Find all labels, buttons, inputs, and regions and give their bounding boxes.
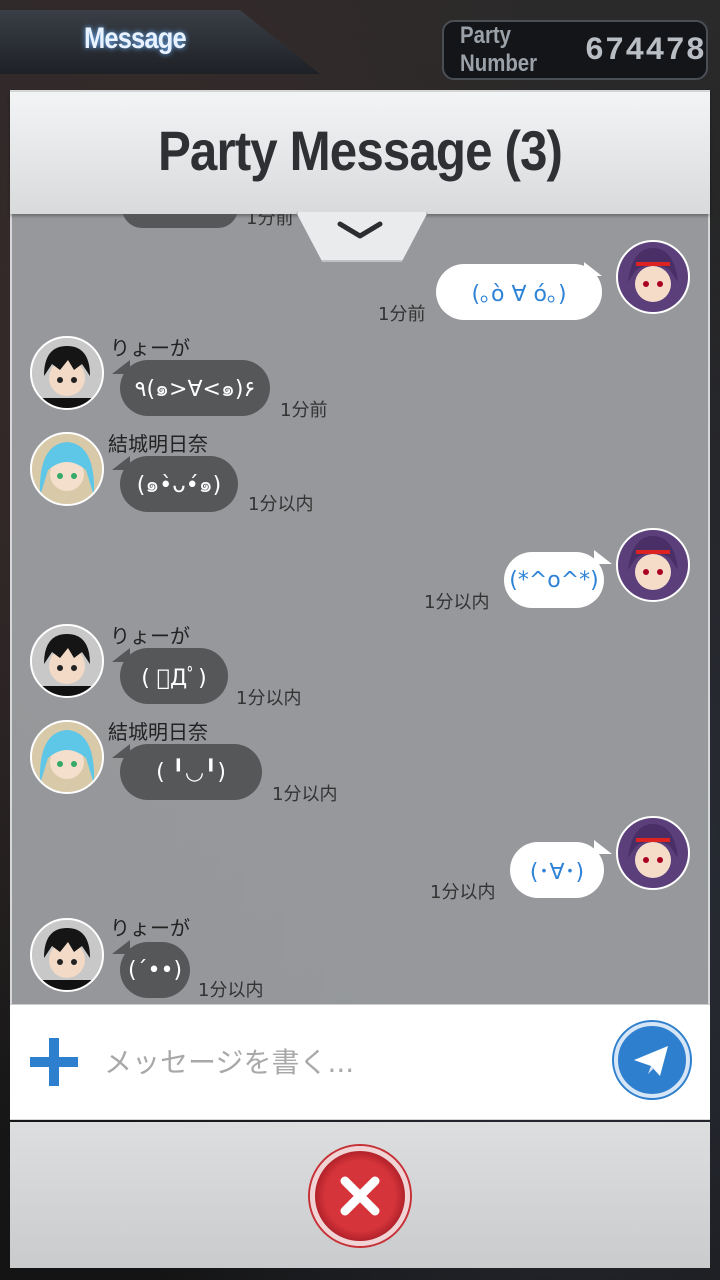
message-time: 1分前 bbox=[280, 400, 328, 421]
paper-plane-icon bbox=[634, 1046, 668, 1076]
chevron-down-icon[interactable] bbox=[336, 218, 384, 242]
send-button[interactable] bbox=[614, 1022, 690, 1098]
sender-name: 結城明日奈 bbox=[108, 432, 208, 456]
blue-hair-avatar bbox=[30, 720, 104, 794]
message-bubble: (･∀･) bbox=[510, 842, 604, 898]
close-icon bbox=[340, 1176, 380, 1216]
purple-hair-avatar bbox=[616, 816, 690, 890]
message-bubble: (｡ò ∀ ó｡) bbox=[436, 264, 602, 320]
sender-name: りょーが bbox=[110, 916, 190, 940]
blue-hair-avatar bbox=[30, 432, 104, 506]
party-number-label: Party Number bbox=[460, 22, 538, 77]
message-bubble: (´••) bbox=[120, 942, 190, 998]
sender-name: りょーが bbox=[110, 336, 190, 360]
message-bubble: ٩(๑>∀<๑)۶ bbox=[120, 360, 270, 416]
top-bar: Message Party Number 674478 bbox=[0, 0, 720, 90]
message-time: 1分前 bbox=[378, 304, 426, 325]
message-bubble: (๑•̀ᴗ•́๑) bbox=[120, 456, 238, 512]
message-time: 1分以内 bbox=[430, 882, 496, 903]
close-button[interactable] bbox=[310, 1146, 410, 1246]
message-bubble-partial bbox=[122, 214, 238, 228]
party-number-value: 674478 bbox=[584, 31, 706, 69]
black-hair-avatar bbox=[30, 336, 104, 410]
sender-name: 結城明日奈 bbox=[108, 720, 208, 744]
party-number-box: Party Number 674478 bbox=[442, 20, 708, 80]
message-time: 1分以内 bbox=[198, 980, 264, 1001]
message-bubble: ( ﾟДﾟ) bbox=[120, 648, 228, 704]
dialog-header: Party Message (3) bbox=[10, 92, 710, 214]
message-time: 1分以内 bbox=[236, 688, 302, 709]
message-bubble: (*^o^*) bbox=[504, 552, 604, 608]
black-hair-avatar bbox=[30, 918, 104, 992]
chat-log[interactable]: 1分前 (｡ò ∀ ó｡) 1分前 りょーが ٩(๑>∀<๑)۶ 1分前 結城明… bbox=[10, 214, 710, 1004]
message-time: 1分以内 bbox=[424, 592, 490, 613]
purple-hair-avatar bbox=[616, 240, 690, 314]
dialog-title: Party Message (3) bbox=[157, 119, 563, 182]
message-time: 1分以内 bbox=[272, 784, 338, 805]
black-hair-avatar bbox=[30, 624, 104, 698]
message-time-partial: 1分前 bbox=[246, 214, 294, 229]
purple-hair-avatar bbox=[616, 528, 690, 602]
plus-icon[interactable] bbox=[28, 1036, 80, 1088]
message-time: 1分以内 bbox=[248, 494, 314, 515]
sender-name: りょーが bbox=[110, 624, 190, 648]
message-input[interactable] bbox=[104, 1036, 584, 1088]
message-bubble: ( ╹◡╹) bbox=[120, 744, 262, 800]
message-tab-label: Message bbox=[84, 22, 187, 55]
